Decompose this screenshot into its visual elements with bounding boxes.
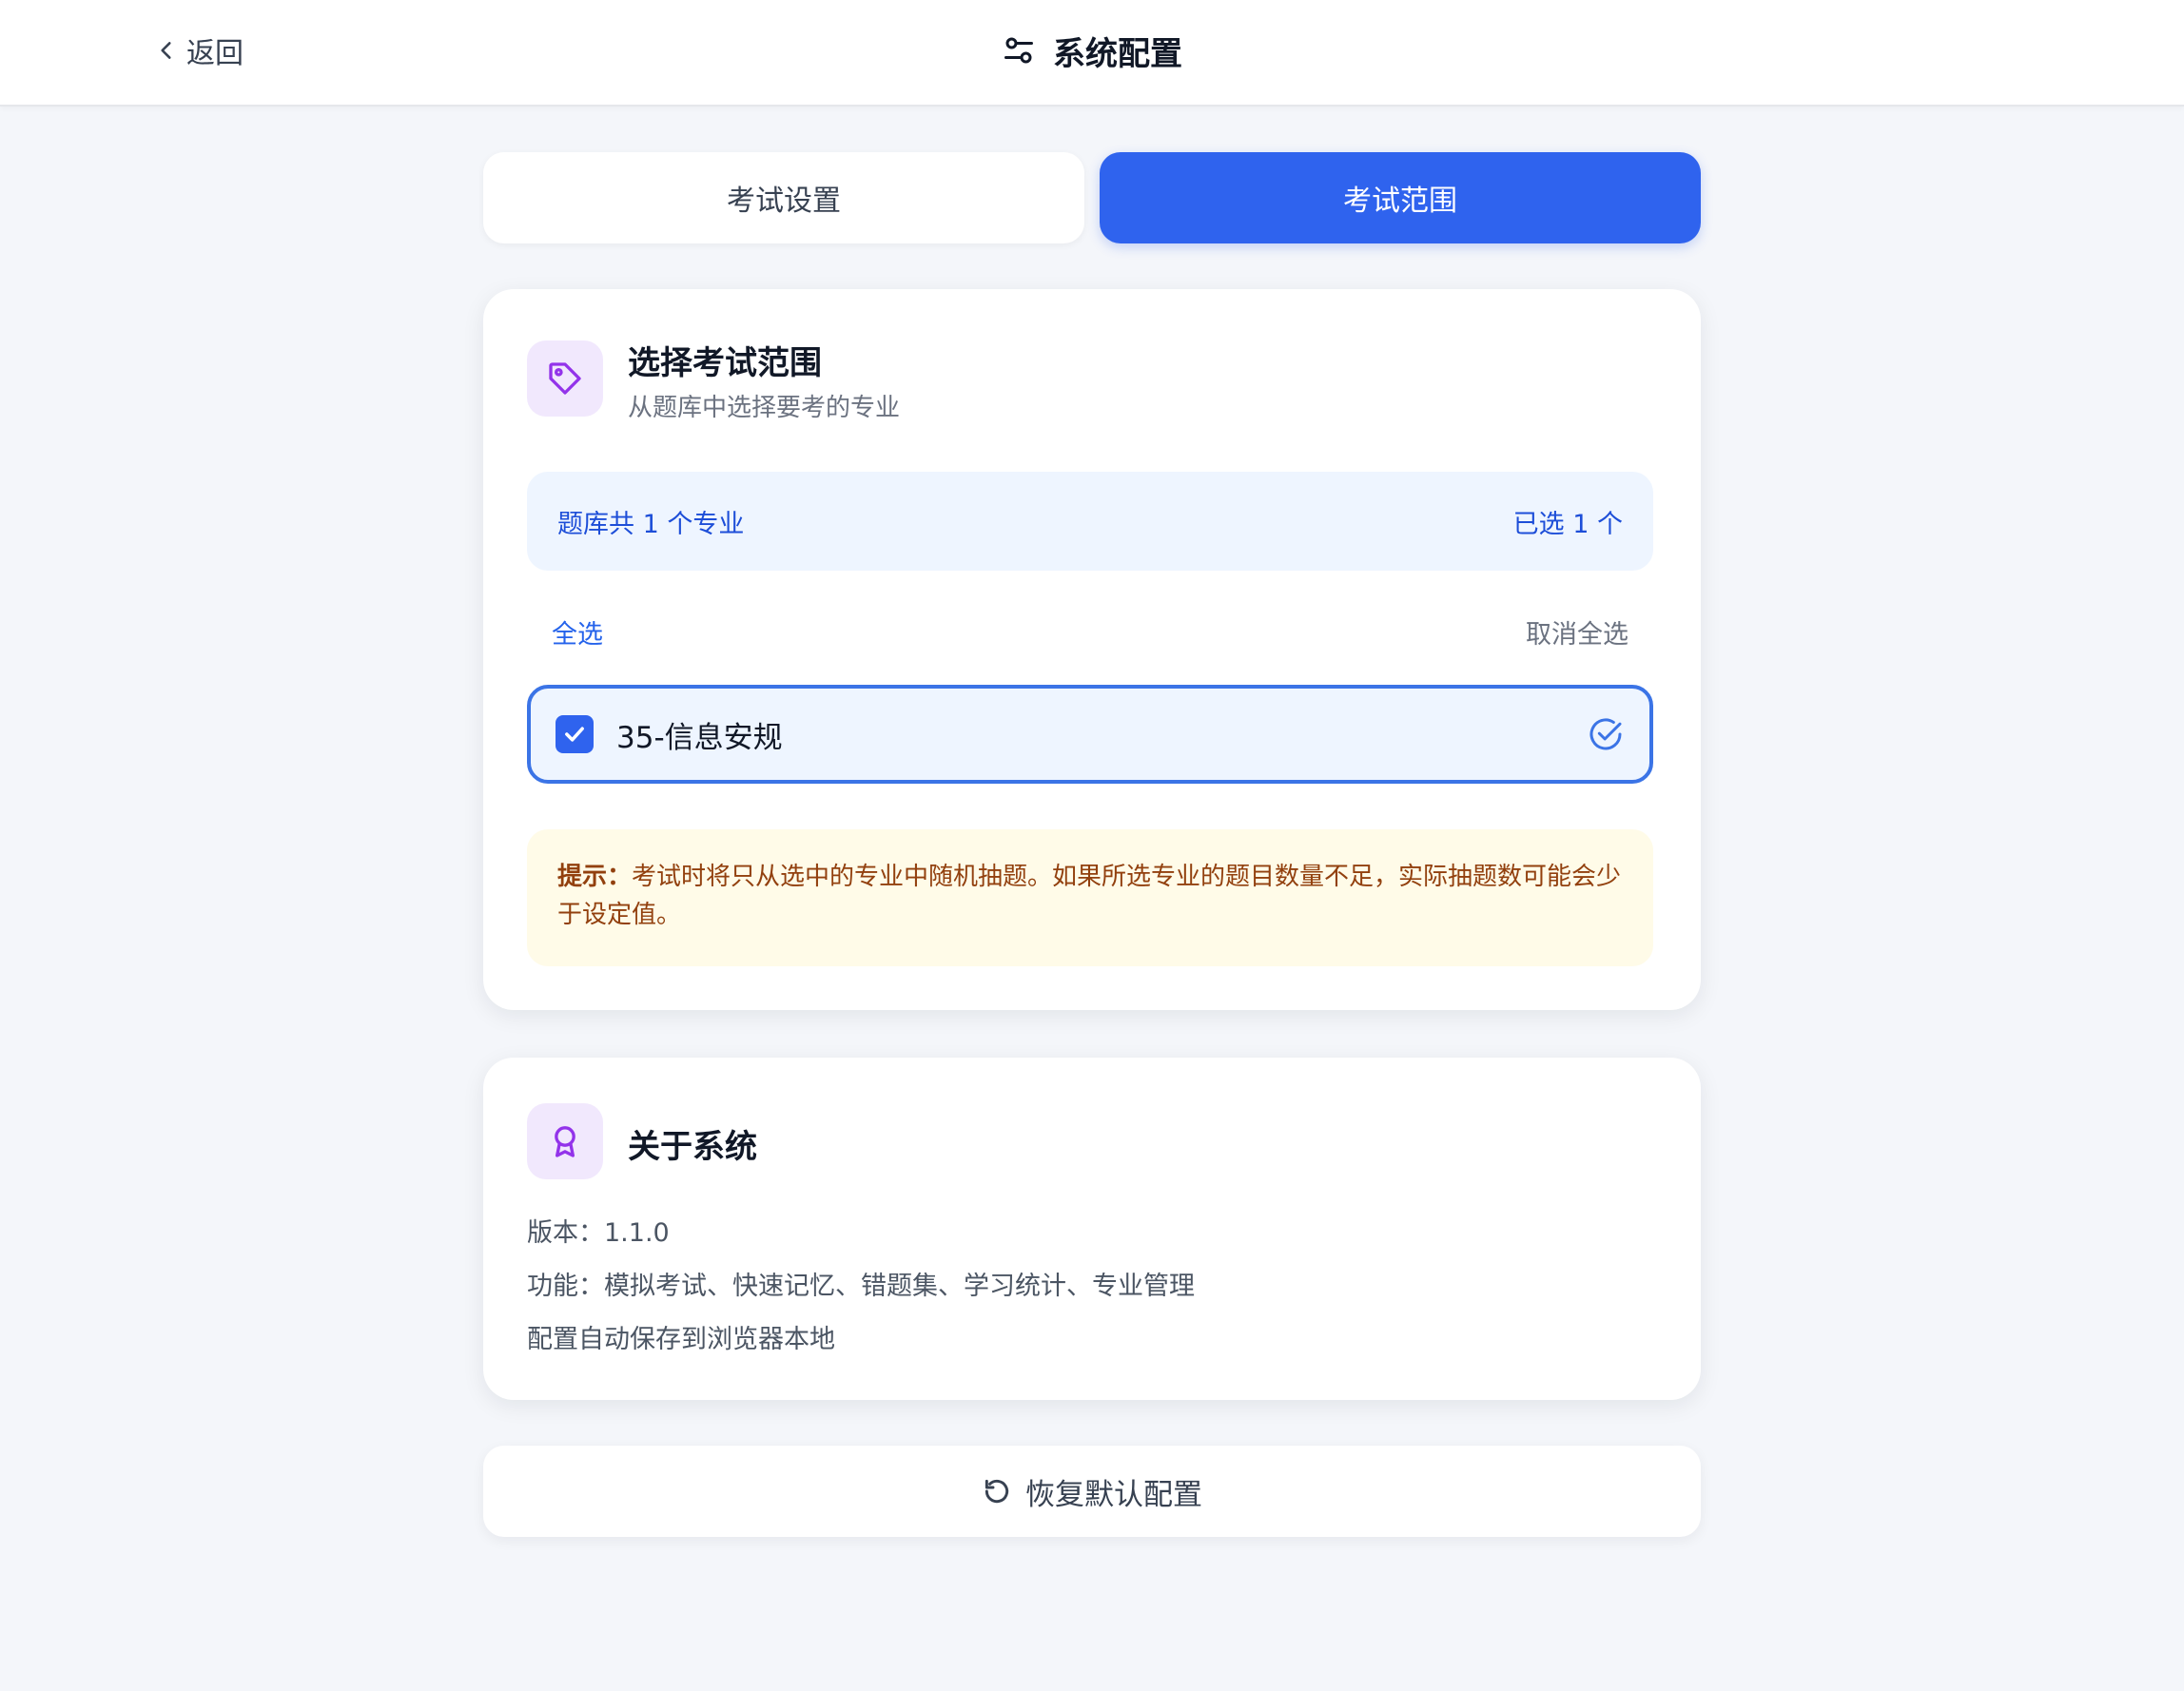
- award-icon-box: [527, 1103, 603, 1179]
- subject-option-label: 35-信息安规: [616, 720, 783, 755]
- check-circle-icon: [1589, 718, 1622, 750]
- selection-actions: 全选 取消全选: [527, 609, 1653, 654]
- reset-label: 恢复默认配置: [1025, 1477, 1202, 1512]
- subject-option[interactable]: 35-信息安规: [527, 685, 1653, 784]
- scope-card-subtitle: 从题库中选择要考的专业: [628, 394, 901, 422]
- scope-card: 选择考试范围 从题库中选择要考的专业 题库共 1 个专业 已选 1 个 全选 取…: [483, 289, 1701, 1010]
- page-title-text: 系统配置: [1053, 34, 1182, 73]
- tip-prefix: 提示：: [557, 863, 633, 891]
- scope-card-title: 选择考试范围: [628, 344, 822, 382]
- about-card: 关于系统 版本：1.1.0 功能：模拟考试、快速记忆、错题集、学习统计、专业管理…: [483, 1058, 1701, 1400]
- subject-checkbox[interactable]: [556, 715, 594, 753]
- tip-box: 提示：考试时将只从选中的专业中随机抽题。如果所选专业的题目数量不足，实际抽题数可…: [527, 829, 1653, 966]
- tab-exam-settings[interactable]: 考试设置: [483, 152, 1084, 243]
- summary-selected: 已选 1 个: [1512, 509, 1623, 539]
- about-features: 功能：模拟考试、快速记忆、错题集、学习统计、专业管理: [527, 1272, 1195, 1301]
- select-all-link[interactable]: 全选: [552, 613, 603, 651]
- about-note: 配置自动保存到浏览器本地: [527, 1325, 835, 1354]
- checkmark-icon: [565, 727, 584, 742]
- about-card-title: 关于系统: [628, 1128, 757, 1166]
- page-title: 系统配置: [0, 27, 2184, 74]
- scope-summary: 题库共 1 个专业 已选 1 个: [527, 472, 1653, 571]
- award-icon: [555, 1126, 575, 1157]
- top-bar: 返回 系统配置: [0, 0, 2184, 107]
- settings-sliders-icon: [1004, 37, 1033, 64]
- tab-exam-scope[interactable]: 考试范围: [1100, 152, 1701, 243]
- summary-total: 题库共 1 个专业: [557, 509, 745, 539]
- tip-text: 考试时将只从选中的专业中随机抽题。如果所选专业的题目数量不足，实际抽题数可能会少…: [557, 863, 1622, 929]
- tab-bar: 考试设置 考试范围: [483, 152, 1701, 243]
- tag-icon: [549, 362, 581, 395]
- about-version: 版本：1.1.0: [527, 1218, 670, 1248]
- deselect-all-link[interactable]: 取消全选: [1526, 613, 1628, 651]
- reset-default-button[interactable]: 恢复默认配置: [483, 1446, 1701, 1537]
- tag-icon-box: [527, 340, 603, 417]
- reset-icon: [985, 1479, 1009, 1504]
